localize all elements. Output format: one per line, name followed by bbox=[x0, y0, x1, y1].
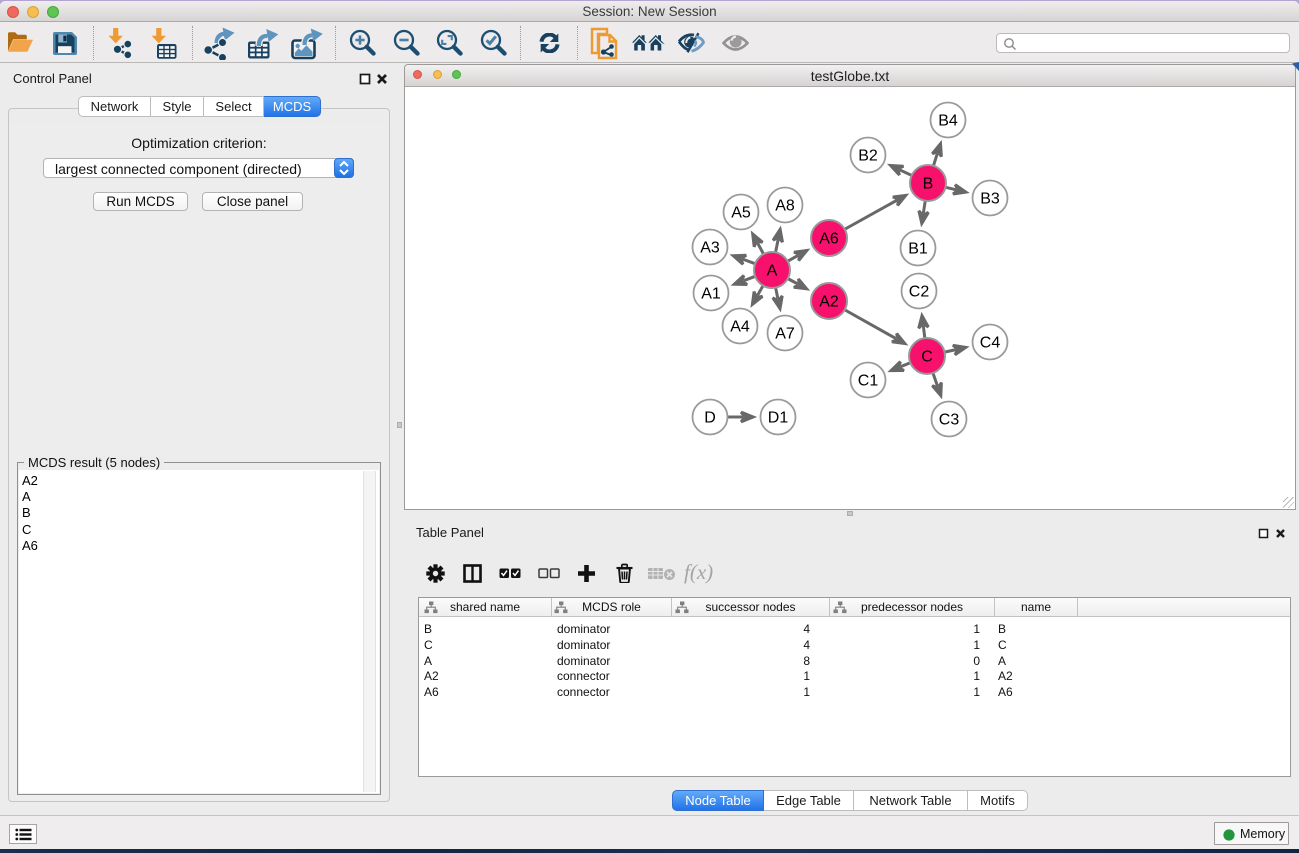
svg-text:B1: B1 bbox=[908, 241, 928, 258]
svg-text:B3: B3 bbox=[980, 191, 1000, 208]
svg-text:A1: A1 bbox=[701, 286, 721, 303]
svg-text:D: D bbox=[704, 410, 716, 427]
svg-text:C: C bbox=[921, 349, 933, 366]
svg-text:A: A bbox=[767, 263, 778, 280]
svg-text:C3: C3 bbox=[939, 412, 960, 429]
svg-text:B: B bbox=[923, 176, 934, 193]
svg-text:A4: A4 bbox=[730, 319, 750, 336]
svg-text:A7: A7 bbox=[775, 326, 795, 343]
svg-text:B4: B4 bbox=[938, 113, 958, 130]
svg-text:A5: A5 bbox=[731, 205, 751, 222]
svg-text:D1: D1 bbox=[768, 410, 789, 427]
svg-text:A3: A3 bbox=[700, 240, 720, 257]
svg-text:A6: A6 bbox=[819, 231, 839, 248]
svg-text:C4: C4 bbox=[980, 335, 1001, 352]
svg-text:C2: C2 bbox=[909, 284, 930, 301]
svg-text:B2: B2 bbox=[858, 148, 878, 165]
svg-text:C1: C1 bbox=[858, 373, 879, 390]
svg-text:A2: A2 bbox=[819, 294, 839, 311]
svg-text:A8: A8 bbox=[775, 198, 795, 215]
